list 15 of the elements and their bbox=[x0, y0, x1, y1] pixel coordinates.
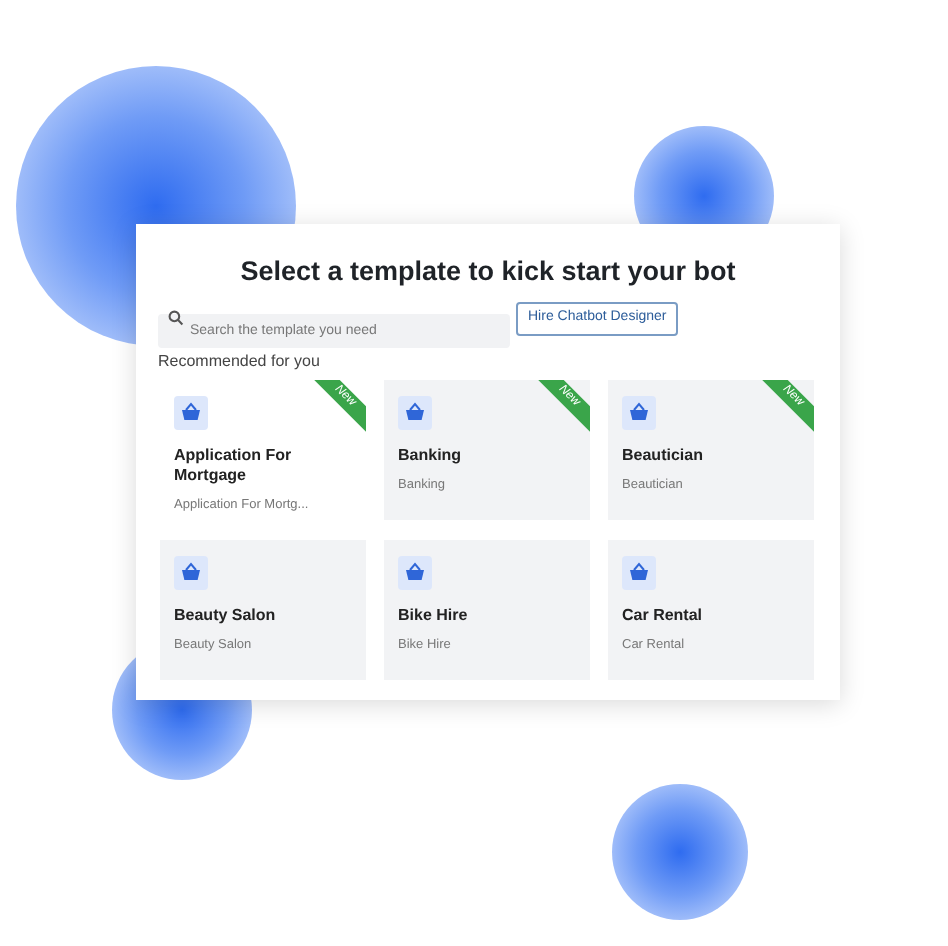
basket-icon bbox=[174, 555, 208, 589]
template-name: Application For Mortgage bbox=[174, 445, 294, 485]
template-name: Banking bbox=[398, 445, 464, 465]
basket-icon bbox=[622, 395, 656, 429]
template-name: Beautician bbox=[622, 445, 705, 465]
template-name: Beauty Salon bbox=[174, 605, 278, 625]
template-name: Bike Hire bbox=[398, 605, 470, 625]
template-name: Car Rental bbox=[622, 605, 705, 625]
basket-icon bbox=[174, 395, 208, 429]
dialog-title: Select a template to kick start your bot bbox=[240, 258, 736, 285]
basket-icon bbox=[622, 555, 656, 589]
search-icon bbox=[168, 310, 184, 326]
basket-icon bbox=[398, 395, 432, 429]
basket-icon bbox=[398, 555, 432, 589]
section-label: Recommended for you bbox=[158, 353, 322, 369]
